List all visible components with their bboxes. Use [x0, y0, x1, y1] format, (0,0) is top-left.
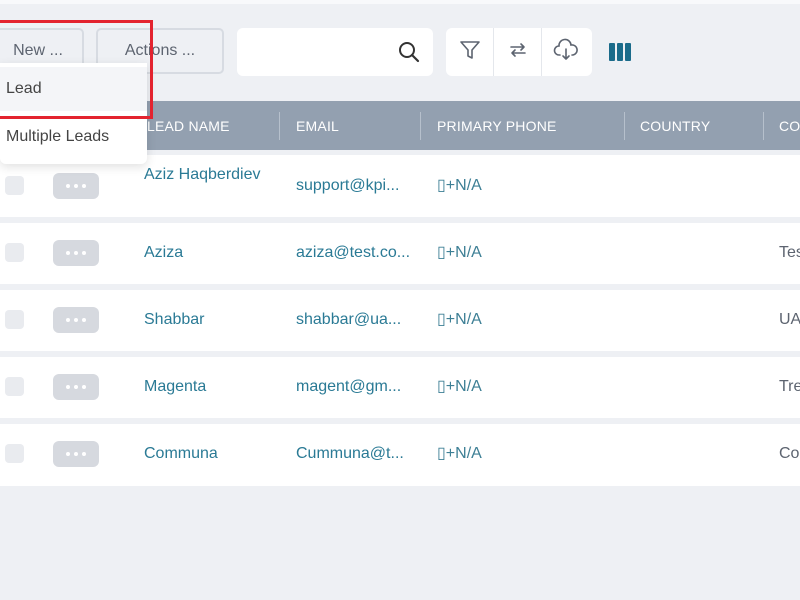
cloud-download-icon [553, 38, 579, 67]
more-dots-icon [66, 184, 70, 188]
table-row[interactable]: Communa Cummuna@t... ▯+N/A Co [0, 424, 800, 486]
row-actions-button[interactable] [53, 240, 99, 266]
lead-name-link[interactable]: Communa [144, 443, 264, 465]
column-separator [763, 112, 764, 140]
more-dots-icon [66, 385, 70, 389]
more-dots-icon [66, 318, 70, 322]
phone-value: ▯+N/A [437, 445, 482, 462]
row-actions-button[interactable] [53, 374, 99, 400]
more-dots-icon [74, 184, 78, 188]
more-dots-icon [82, 318, 86, 322]
row-checkbox[interactable] [5, 243, 24, 262]
email-link[interactable]: magent@gm... [296, 376, 416, 398]
column-header-primary-phone[interactable]: PRIMARY PHONE [437, 101, 557, 150]
email-link[interactable]: aziza@test.co... [296, 242, 416, 264]
row-checkbox[interactable] [5, 377, 24, 396]
row-actions-button[interactable] [53, 307, 99, 333]
more-dots-icon [82, 452, 86, 456]
more-dots-icon [82, 385, 86, 389]
more-dots-icon [66, 251, 70, 255]
columns-icon[interactable] [609, 43, 631, 61]
more-dots-icon [74, 318, 78, 322]
swap-button[interactable] [494, 28, 542, 76]
lead-name-link[interactable]: Magenta [144, 376, 264, 398]
filter-button[interactable] [446, 28, 494, 76]
table-row[interactable]: Aziza aziza@test.co... ▯+N/A Tes [0, 223, 800, 284]
truncated-cell: Tre [779, 378, 800, 395]
table-row[interactable]: Shabbar shabbar@ua... ▯+N/A UA [0, 290, 800, 351]
column-header-truncated[interactable]: CO [779, 101, 800, 150]
more-dots-icon [74, 251, 78, 255]
row-actions-button[interactable] [53, 173, 99, 199]
filter-icon [459, 39, 481, 66]
lead-name-link[interactable]: Shabbar [144, 309, 264, 331]
column-header-lead-name[interactable]: LEAD NAME [147, 101, 230, 150]
row-checkbox[interactable] [5, 176, 24, 195]
tool-group [446, 28, 592, 76]
more-dots-icon [82, 184, 86, 188]
phone-value: ▯+N/A [437, 378, 482, 395]
search-input[interactable] [247, 38, 391, 68]
table-row[interactable]: Magenta magent@gm... ▯+N/A Tre [0, 357, 800, 418]
column-separator [279, 112, 280, 140]
search-icon[interactable] [397, 40, 421, 64]
row-checkbox[interactable] [5, 444, 24, 463]
column-header-country[interactable]: COUNTRY [640, 101, 710, 150]
email-link[interactable]: shabbar@ua... [296, 309, 416, 331]
lead-name-link[interactable]: Aziz Haqberdiev [144, 164, 264, 186]
more-dots-icon [66, 452, 70, 456]
swap-icon [507, 39, 529, 66]
phone-value: ▯+N/A [437, 244, 482, 261]
more-dots-icon [82, 251, 86, 255]
email-link[interactable]: Cummuna@t... [296, 443, 416, 465]
column-header-email[interactable]: EMAIL [296, 101, 339, 150]
column-separator [624, 112, 625, 140]
phone-value: ▯+N/A [437, 311, 482, 328]
truncated-cell: Tes [779, 244, 800, 261]
row-checkbox[interactable] [5, 310, 24, 329]
new-dropdown-menu: Lead Multiple Leads [0, 63, 147, 164]
top-strip [0, 0, 800, 4]
more-dots-icon [74, 385, 78, 389]
download-button[interactable] [542, 28, 590, 76]
truncated-cell: Co [779, 445, 800, 462]
menu-item-lead[interactable]: Lead [0, 67, 147, 111]
column-separator [420, 112, 421, 140]
menu-item-multiple-leads[interactable]: Multiple Leads [0, 115, 147, 159]
truncated-cell: UA [779, 311, 800, 328]
email-link[interactable]: support@kpi... [296, 175, 416, 197]
more-dots-icon [74, 452, 78, 456]
row-actions-button[interactable] [53, 441, 99, 467]
phone-value: ▯+N/A [437, 177, 482, 194]
table-row[interactable]: Aziz Haqberdiev support@kpi... ▯+N/A [0, 155, 800, 217]
lead-name-link[interactable]: Aziza [144, 242, 264, 264]
search-box[interactable] [237, 28, 433, 76]
